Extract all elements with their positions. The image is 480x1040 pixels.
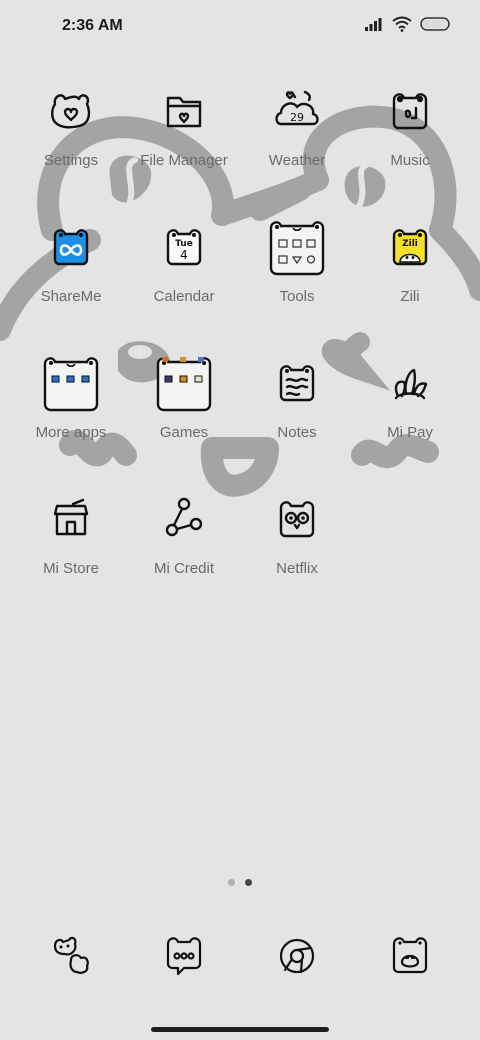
app-label: Weather [268,152,326,169]
battery-icon [420,17,450,31]
app-label: File Manager [140,152,228,169]
weather-icon: 29 [265,80,329,144]
app-label: Mi Credit [153,560,214,577]
browser-icon [279,938,315,974]
wifi-icon [392,16,412,32]
dock-messages[interactable] [152,924,216,988]
app-label: Zili [400,288,420,305]
signal-bars-icon [365,18,382,31]
page-dot-1[interactable] [228,879,235,886]
app-music[interactable]: Music [354,80,466,196]
music-icon [378,80,442,144]
app-tools-folder[interactable]: Tools [241,216,353,332]
app-mi-credit[interactable]: Mi Credit [128,488,240,604]
home-indicator-bar[interactable] [151,1027,329,1032]
app-label: Games [159,424,209,441]
page-indicator [0,879,480,886]
page-dot-2-active[interactable] [245,879,252,886]
credit-share-icon [152,488,216,552]
app-mi-store[interactable]: Mi Store [15,488,127,604]
netflix-owl-icon [265,488,329,552]
tools-folder-icon [265,216,329,280]
app-netflix[interactable]: Netflix [241,488,353,604]
dock-browser[interactable] [265,924,329,988]
calendar-icon: Tue 4 [152,216,216,280]
app-calendar[interactable]: Tue 4 Calendar [128,216,240,332]
app-label: ShareMe [40,288,102,305]
weather-temp: 29 [290,111,304,124]
app-shareme[interactable]: ShareMe [15,216,127,332]
games-folder-icon [152,352,216,416]
dock-camera[interactable] [378,924,442,988]
app-weather[interactable]: 29 Weather [241,80,353,196]
app-label: Notes [277,424,317,441]
app-games-folder[interactable]: Games [128,352,240,468]
app-label: Calendar [153,288,215,305]
store-icon [39,488,103,552]
app-notes[interactable]: Notes [241,352,353,468]
mi-pay-icon [378,352,442,416]
phone-icon [53,936,89,974]
shareme-icon [39,216,103,280]
app-label: Mi Pay [387,424,433,441]
folder-icon [152,80,216,144]
app-settings[interactable]: Settings [15,80,127,196]
app-more-apps-folder[interactable]: More apps [15,352,127,468]
camera-icon [392,937,428,974]
calendar-date: 4 [180,248,188,262]
app-label: Netflix [276,560,318,577]
app-file-manager[interactable]: File Manager [128,80,240,196]
more-apps-folder-icon [39,352,103,416]
status-time: 2:36 AM [62,17,123,34]
zili-icon: Zili [378,216,442,280]
messages-icon [166,937,202,976]
app-label: Music [390,152,430,169]
app-label: Tools [279,288,315,305]
notes-icon [265,352,329,416]
status-bar: 2:36 AM [0,0,480,56]
zili-logo-text: Zili [402,239,418,249]
dock-phone[interactable] [39,924,103,988]
app-zili[interactable]: Zili Zili [354,216,466,332]
app-label: Mi Store [43,560,99,577]
app-mi-pay[interactable]: Mi Pay [354,352,466,468]
settings-icon [39,80,103,144]
app-label: Settings [43,152,99,169]
status-icons [364,16,450,32]
app-label: More apps [35,424,107,441]
